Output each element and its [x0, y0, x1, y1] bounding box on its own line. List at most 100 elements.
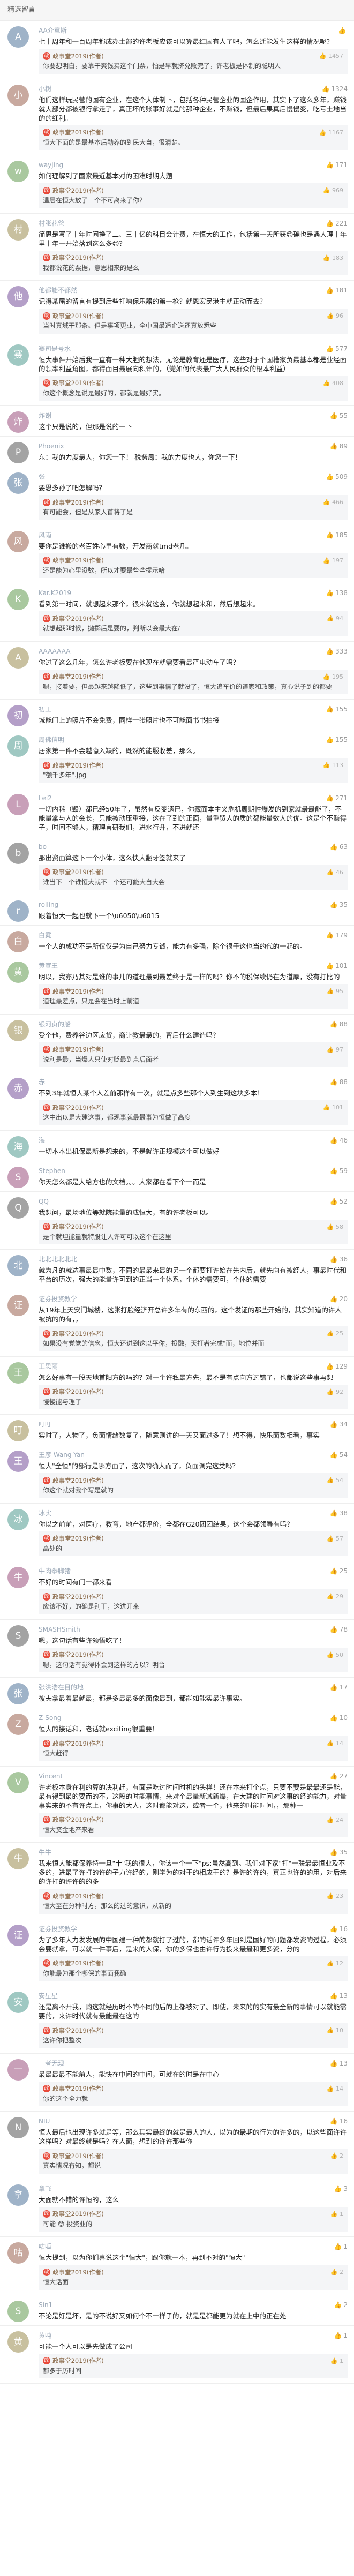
thumb-up-icon[interactable]: 👍 — [323, 762, 332, 769]
thumb-up-icon[interactable]: 👍 — [330, 1509, 338, 1517]
like-button[interactable]: 👍 509 — [326, 472, 348, 482]
like-button[interactable]: 👍 16 — [330, 1924, 348, 1934]
reply-like-button[interactable]: 👍 2 — [330, 2152, 343, 2159]
thumb-up-icon[interactable]: 👍 — [326, 589, 334, 597]
username[interactable]: 炸谢 — [39, 411, 51, 420]
avatar[interactable]: P — [7, 442, 29, 463]
reply-like-button[interactable]: 👍 195 — [323, 673, 343, 680]
thumb-up-icon[interactable]: 👍 — [330, 1256, 338, 1263]
avatar[interactable]: 黄 — [7, 962, 29, 983]
thumb-up-icon[interactable]: 👍 — [327, 1960, 336, 1967]
like-button[interactable]: 👍 179 — [326, 930, 348, 940]
thumb-up-icon[interactable]: 👍 — [327, 1477, 336, 1484]
avatar[interactable]: V — [7, 1771, 29, 1793]
avatar[interactable]: 白 — [7, 931, 29, 952]
like-button[interactable]: 👍 101 — [326, 961, 348, 971]
username[interactable]: 安星星 — [39, 1991, 58, 2001]
like-button[interactable]: 👍 16 — [330, 2116, 348, 2126]
thumb-up-icon[interactable]: 👍 — [326, 932, 334, 939]
thumb-up-icon[interactable]: 👍 — [330, 2152, 340, 2159]
reply-like-button[interactable]: 👍 97 — [327, 1046, 343, 1053]
avatar[interactable]: 黄 — [7, 2331, 29, 2353]
username[interactable]: Stephen — [39, 1166, 65, 1176]
like-button[interactable]: 👍 36 — [330, 1255, 348, 1264]
thumb-up-icon[interactable]: 👍 — [327, 1651, 336, 1658]
avatar[interactable]: 王 — [7, 1362, 29, 1384]
avatar[interactable]: 赛 — [7, 344, 29, 366]
username[interactable]: 银河贞的船 — [39, 1019, 71, 1029]
like-button[interactable]: 👍 — [338, 26, 348, 35]
thumb-up-icon[interactable]: 👍 — [330, 2269, 340, 2275]
like-button[interactable]: 👍 333 — [326, 647, 348, 656]
like-button[interactable]: 👍 577 — [326, 344, 348, 354]
avatar[interactable]: 咕 — [7, 2242, 29, 2264]
reply-like-button[interactable]: 👍 94 — [327, 615, 343, 622]
username[interactable]: 证券投资教学 — [39, 1294, 77, 1304]
like-button[interactable]: 👍 63 — [330, 842, 348, 852]
avatar[interactable]: 拿 — [7, 2184, 29, 2206]
avatar[interactable]: 王 — [7, 1451, 29, 1472]
thumb-up-icon[interactable]: 👍 — [334, 2185, 342, 2192]
like-button[interactable]: 👍 3 — [334, 2184, 348, 2194]
reply-like-button[interactable]: 👍 10 — [327, 2027, 343, 2034]
thumb-up-icon[interactable]: 👍 — [330, 1849, 338, 1856]
username[interactable]: 咕呱 — [39, 2242, 51, 2251]
avatar[interactable]: r — [7, 900, 29, 922]
avatar[interactable]: 海 — [7, 1136, 29, 1158]
avatar[interactable]: 北 — [7, 1255, 29, 1276]
reply-like-button[interactable]: 👍 2 — [330, 2269, 343, 2275]
username[interactable]: Vincent — [39, 1771, 63, 1781]
avatar[interactable]: w — [7, 161, 29, 182]
thumb-up-icon[interactable]: 👍 — [334, 2301, 342, 2309]
avatar[interactable]: 一 — [7, 2059, 29, 2081]
thumb-up-icon[interactable]: 👍 — [330, 2211, 340, 2218]
thumb-up-icon[interactable]: 👍 — [326, 531, 334, 539]
avatar[interactable]: 小 — [7, 84, 29, 106]
reply-like-button[interactable]: 👍 113 — [323, 762, 343, 769]
avatar[interactable]: 证 — [7, 1295, 29, 1316]
like-button[interactable]: 👍 138 — [326, 588, 348, 598]
thumb-up-icon[interactable]: 👍 — [327, 1892, 336, 1899]
like-button[interactable]: 👍 1 — [334, 2331, 348, 2340]
reply-like-button[interactable]: 👍 14 — [327, 2085, 343, 2092]
thumb-up-icon[interactable]: 👍 — [334, 2243, 342, 2250]
reply-like-button[interactable]: 👍 466 — [323, 499, 343, 506]
username[interactable]: AAAAAAA — [39, 647, 70, 656]
thumb-up-icon[interactable]: 👍 — [330, 1992, 338, 2000]
reply-like-button[interactable]: 👍 23 — [327, 1892, 343, 1899]
username[interactable]: 证券投资教学 — [39, 1924, 77, 1934]
like-button[interactable]: 👍 54 — [330, 1450, 348, 1460]
thumb-up-icon[interactable]: 👍 — [330, 2117, 338, 2125]
avatar[interactable]: A — [7, 647, 29, 669]
thumb-up-icon[interactable]: 👍 — [319, 52, 328, 59]
like-button[interactable]: 👍 88 — [330, 1019, 348, 1029]
username[interactable]: 赛司是号水 — [39, 344, 71, 354]
thumb-up-icon[interactable]: 👍 — [326, 287, 334, 294]
thumb-up-icon[interactable]: 👍 — [330, 1198, 338, 1205]
reply-like-button[interactable]: 👍 1 — [330, 2357, 343, 2364]
username[interactable]: 牛肉拳脚猪 — [39, 1566, 71, 1576]
username[interactable]: 一者无现 — [39, 2059, 64, 2068]
like-button[interactable]: 👍 1324 — [322, 84, 348, 94]
like-button[interactable]: 👍 155 — [326, 704, 348, 714]
thumb-up-icon[interactable]: 👍 — [330, 2060, 338, 2067]
avatar[interactable]: 周 — [7, 735, 29, 757]
thumb-up-icon[interactable]: 👍 — [326, 648, 334, 655]
reply-like-button[interactable]: 👍 183 — [323, 254, 343, 261]
thumb-up-icon[interactable]: 👍 — [327, 1223, 336, 1230]
comment-list[interactable]: A AA介意斯 👍 七十周年和一百周年都成办土部的许老板应该可以算最红国有人了吧，怎么… — [0, 21, 354, 2576]
like-button[interactable]: 👍 59 — [330, 1166, 348, 1176]
reply-like-button[interactable]: 👍 1167 — [319, 129, 343, 136]
username[interactable]: Lei2 — [39, 793, 52, 803]
thumb-up-icon[interactable]: 👍 — [322, 85, 330, 93]
like-button[interactable]: 👍 129 — [326, 1362, 348, 1371]
reply-like-button[interactable]: 👍 46 — [327, 869, 343, 876]
reply-like-button[interactable]: 👍 197 — [323, 557, 343, 564]
thumb-up-icon[interactable]: 👍 — [330, 442, 338, 450]
reply-like-button[interactable]: 👍 92 — [327, 1388, 343, 1395]
username[interactable]: SMASHSmith — [39, 1625, 80, 1634]
like-button[interactable]: 👍 181 — [326, 286, 348, 295]
like-button[interactable]: 👍 25 — [330, 1566, 348, 1576]
like-button[interactable]: 👍 13 — [330, 2059, 348, 2068]
username[interactable]: 黄吨 — [39, 2331, 51, 2340]
